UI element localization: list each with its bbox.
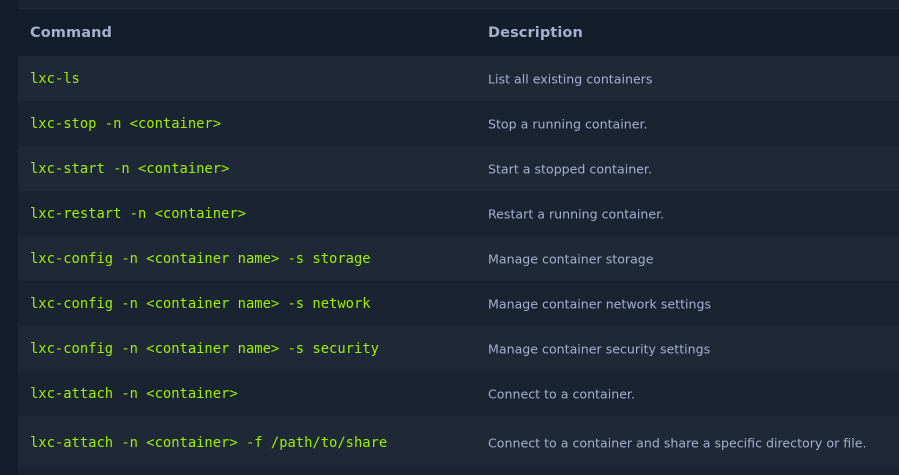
command-cell: lxc-attach -n <container> <box>30 386 238 402</box>
table-row: lxc-config -n <container name> -s securi… <box>18 326 899 371</box>
command-cell: lxc-ls <box>30 71 80 87</box>
table-row: lxc-stop -n <container> Stop a running c… <box>18 101 899 146</box>
command-cell: lxc-config -n <container name> -s storag… <box>30 251 371 267</box>
table-row: lxc-start -n <container> Start a stopped… <box>18 146 899 191</box>
table-row: lxc-config -n <container name> -s storag… <box>18 236 899 281</box>
table-row: lxc-config -n <container name> -s networ… <box>18 281 899 326</box>
description-cell: Start a stopped container. <box>488 161 652 177</box>
description-cell: Connect to a container and share a speci… <box>488 435 867 451</box>
description-cell: Manage container storage <box>488 251 654 267</box>
table-row: lxc-attach -n <container> Connect to a c… <box>18 371 899 416</box>
commands-table: Command Description lxc-ls List all exis… <box>18 0 899 475</box>
table-row: lxc-attach -n <container> -f /path/to/sh… <box>18 416 899 467</box>
command-cell: lxc-attach -n <container> -f /path/to/sh… <box>30 435 388 451</box>
description-cell: Stop a running container. <box>488 116 648 132</box>
command-cell: lxc-restart -n <container> <box>30 206 246 222</box>
column-header-description: Description <box>488 25 583 41</box>
description-cell: List all existing containers <box>488 71 653 87</box>
column-header-command: Command <box>30 25 113 41</box>
table-row: lxc-restart -n <container> Restart a run… <box>18 191 899 236</box>
command-cell: lxc-start -n <container> <box>30 161 230 177</box>
command-cell: lxc-config -n <container name> -s securi… <box>30 341 379 357</box>
description-cell: Connect to a container. <box>488 386 635 402</box>
description-cell: Restart a running container. <box>488 206 665 222</box>
command-cell: lxc-config -n <container name> -s networ… <box>30 296 371 312</box>
description-cell: Manage container security settings <box>488 341 711 357</box>
table-row: lxc-ls List all existing containers <box>18 56 899 101</box>
description-cell: Manage container network settings <box>488 296 712 312</box>
command-cell: lxc-stop -n <container> <box>30 116 222 132</box>
table-header: Command Description <box>18 9 899 56</box>
